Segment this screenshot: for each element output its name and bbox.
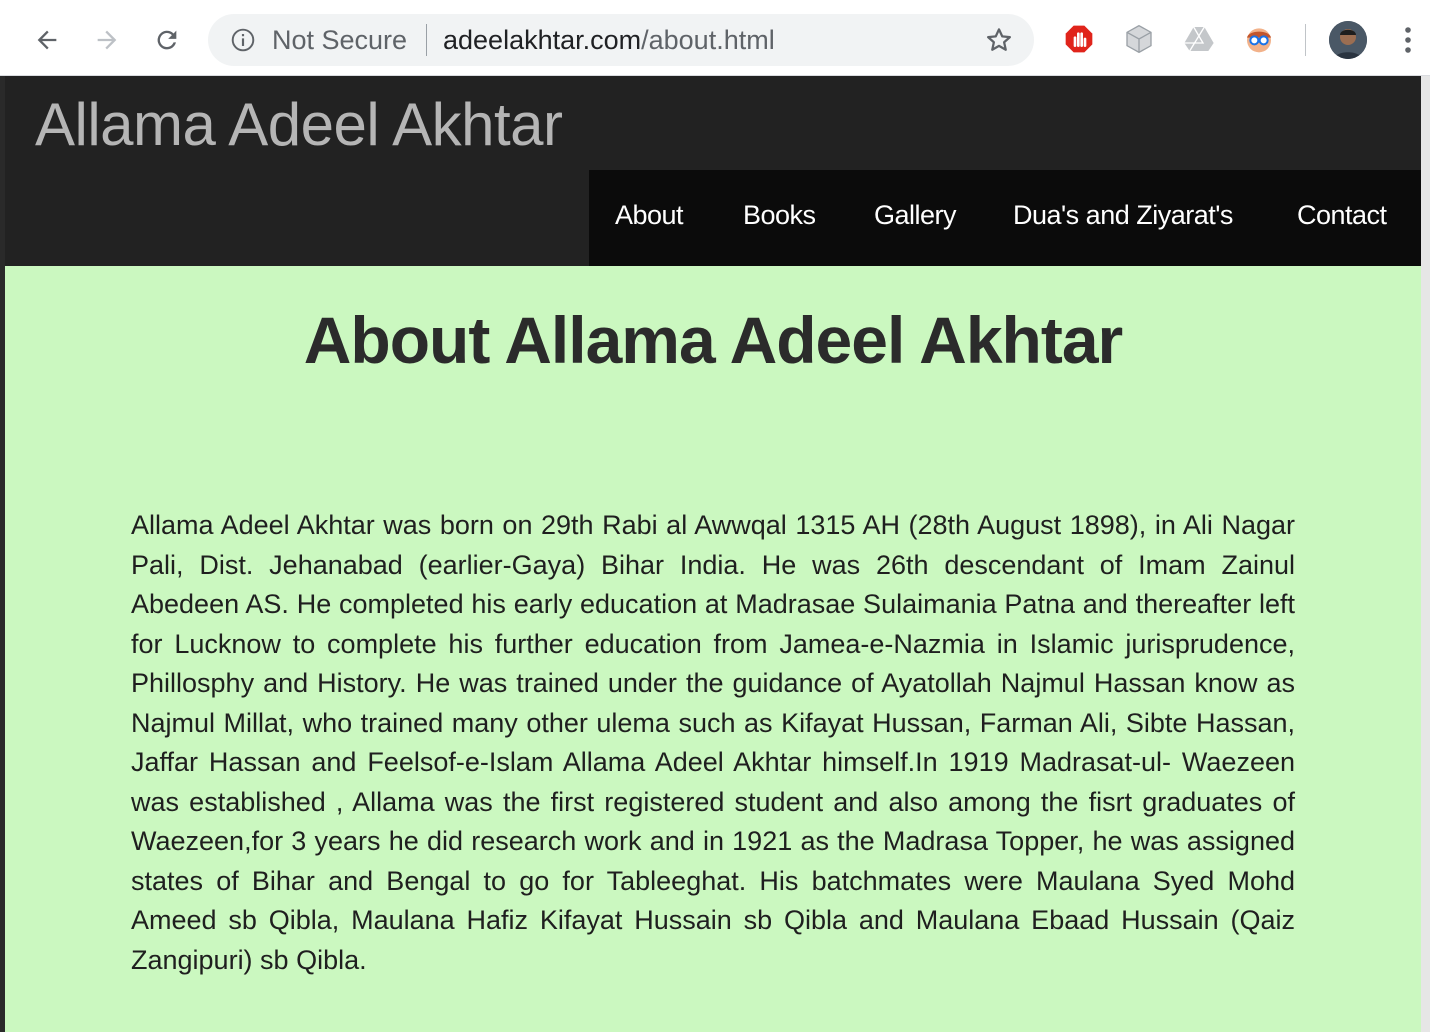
nav-item-contact[interactable]: Contact: [1297, 200, 1387, 231]
menu-icon[interactable]: [1396, 22, 1420, 58]
page-title: About Allama Adeel Akhtar: [303, 303, 1123, 377]
nav-item-books[interactable]: Books: [743, 200, 816, 231]
forward-button[interactable]: [87, 20, 127, 60]
forward-arrow-icon: [97, 30, 117, 50]
info-icon[interactable]: [230, 27, 256, 53]
page-body: Allama Adeel Akhtar About Books Gallery …: [5, 76, 1421, 1032]
nav-item-about[interactable]: About: [615, 200, 684, 231]
avatar[interactable]: [1329, 21, 1367, 59]
reload-button[interactable]: [147, 20, 187, 60]
scrollbar-track[interactable]: [1421, 76, 1430, 1032]
security-label[interactable]: Not Secure: [272, 25, 407, 56]
back-arrow-icon: [37, 30, 57, 50]
reload-icon: [157, 30, 177, 50]
star-icon[interactable]: [984, 25, 1014, 55]
url-host: adeelakhtar.com: [443, 25, 642, 55]
nav-item-gallery[interactable]: Gallery: [874, 200, 957, 231]
adblock-icon[interactable]: [1062, 22, 1096, 56]
url-path: /about.html: [641, 25, 775, 55]
address-bar[interactable]: Not Secure adeelakhtar.com/about.html: [208, 14, 1034, 66]
back-button[interactable]: [27, 20, 67, 60]
omnibox-divider: [426, 24, 427, 56]
about-paragraph: Allama Adeel Akhtar was born on 29th Rab…: [131, 510, 1295, 975]
url-text[interactable]: adeelakhtar.com/about.html: [443, 25, 775, 56]
extension-cube-icon[interactable]: [1122, 22, 1156, 56]
extension-face-icon[interactable]: [1242, 22, 1276, 56]
drive-icon[interactable]: [1182, 22, 1216, 56]
nav-item-duas-ziyarats[interactable]: Dua's and Ziyarat's: [1013, 200, 1233, 231]
site-title[interactable]: Allama Adeel Akhtar: [35, 90, 563, 159]
site-header: Allama Adeel Akhtar About Books Gallery …: [5, 76, 1421, 266]
browser-toolbar: Not Secure adeelakhtar.com/about.html: [0, 0, 1430, 76]
main-nav: About Books Gallery Dua's and Ziyarat's …: [589, 170, 1421, 266]
toolbar-divider: [1305, 24, 1306, 56]
